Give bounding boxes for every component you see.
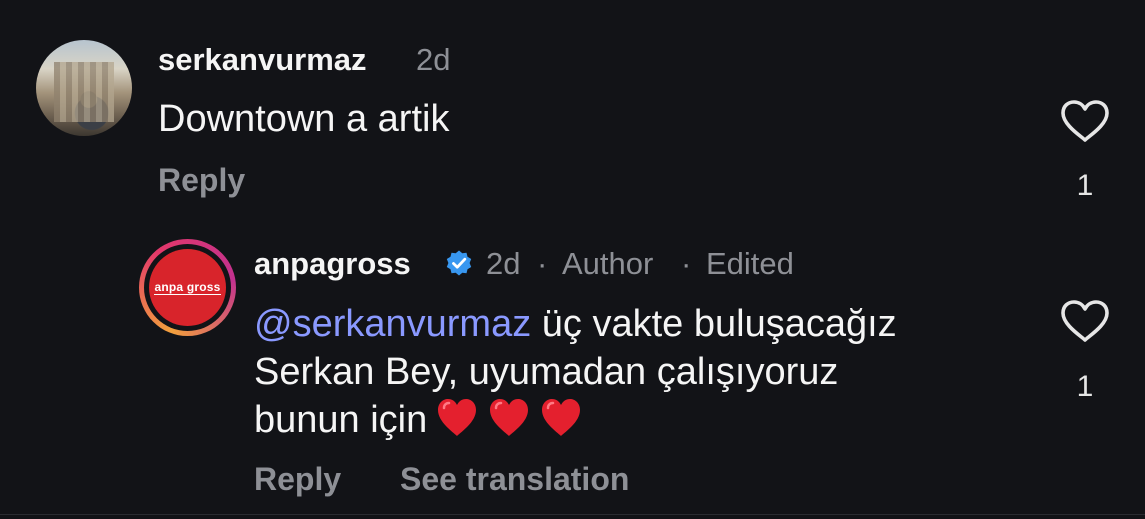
logo-text: anpa gross <box>154 280 221 295</box>
comment-username[interactable]: serkanvurmaz <box>158 42 367 78</box>
comment-username[interactable]: anpagross <box>254 246 411 282</box>
heart-like-icon[interactable] <box>1059 298 1111 344</box>
red-heart-emoji-icon <box>542 399 581 436</box>
comment-line-3: bunun için <box>254 396 897 444</box>
red-heart-emoji-icon <box>490 399 529 436</box>
reply-button[interactable]: Reply <box>254 461 341 498</box>
avatar-photo <box>54 62 114 122</box>
heart-like-icon[interactable] <box>1059 98 1111 144</box>
divider <box>0 514 1145 515</box>
comment-timestamp: 2d <box>416 42 451 77</box>
author-label: Author <box>562 246 654 281</box>
comment-timestamp: 2d <box>486 246 521 281</box>
avatar[interactable]: anpa gross <box>139 239 236 336</box>
see-translation-button[interactable]: See translation <box>400 461 629 498</box>
like-count: 1 <box>1076 169 1094 202</box>
like-count: 1 <box>1076 370 1094 403</box>
comment-line-text: üç vakte buluşacağız <box>541 303 897 345</box>
anpa-gross-logo: anpa gross <box>149 249 226 326</box>
reply-button[interactable]: Reply <box>158 162 245 199</box>
meta-separator: · <box>537 246 548 281</box>
avatar[interactable] <box>36 40 132 136</box>
verified-badge-icon <box>446 250 472 276</box>
comment-text: @serkanvurmaz üç vakte buluşacağız Serka… <box>254 300 897 444</box>
red-heart-emoji-icon <box>438 399 477 436</box>
mention-link[interactable]: @serkanvurmaz <box>254 303 531 345</box>
edited-label: Edited <box>706 246 794 281</box>
meta-separator: · <box>681 246 692 281</box>
comment-line-2: Serkan Bey, uyumadan çalışıyoruz <box>254 351 839 393</box>
comment-line-text: bunun için <box>254 399 428 441</box>
comment-text: Downtown a artik <box>158 98 450 140</box>
comment-line-1: @serkanvurmaz üç vakte buluşacağız <box>254 300 897 348</box>
